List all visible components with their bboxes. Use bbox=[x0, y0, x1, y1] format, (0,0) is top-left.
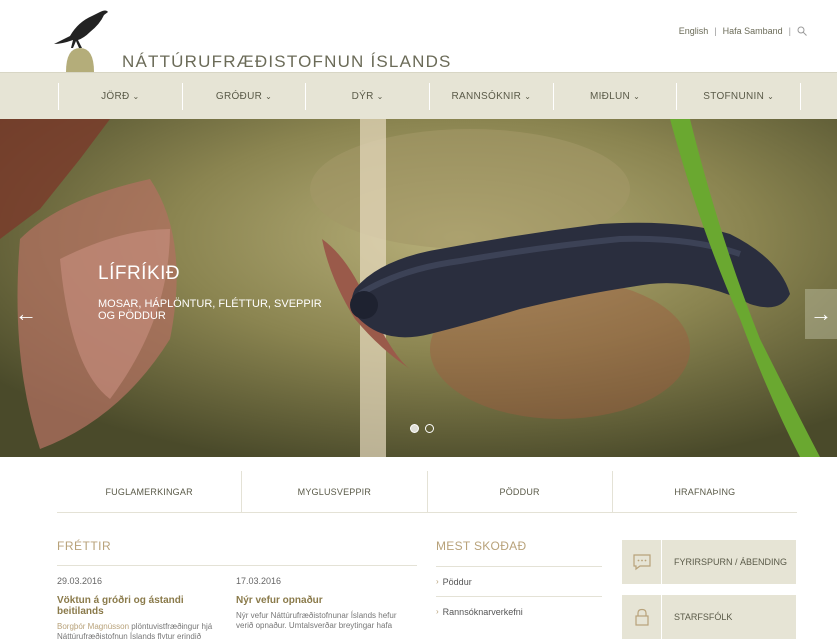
nav-label: DÝR bbox=[351, 91, 374, 102]
most-viewed-heading: MEST SKOÐAÐ bbox=[436, 539, 527, 553]
separator: | bbox=[714, 26, 717, 36]
quicklink-hrafnathing[interactable]: HRAFNAÞING bbox=[613, 471, 797, 512]
quicklink-poddur[interactable]: PÖDDUR bbox=[428, 471, 613, 512]
next-slide-button[interactable]: → bbox=[805, 289, 837, 339]
slide-dot-2[interactable] bbox=[425, 424, 434, 433]
news-date: 17.03.2016 bbox=[236, 576, 282, 586]
site-header: NÁTTÚRUFRÆÐISTOFNUN ÍSLANDS English | Ha… bbox=[0, 0, 837, 72]
prev-slide-button[interactable]: ← bbox=[10, 289, 42, 339]
nav-item-jord[interactable]: JÖRÐ ⌄ bbox=[59, 83, 183, 110]
site-title[interactable]: NÁTTÚRUFRÆÐISTOFNUN ÍSLANDS bbox=[122, 52, 452, 72]
news-item[interactable]: 17.03.2016 Nýr vefur opnaður Nýr vefur N… bbox=[236, 576, 406, 631]
most-viewed-item[interactable]: › Pöddur bbox=[436, 566, 602, 596]
inquiry-button[interactable]: FYRIRSPURN / ÁBENDING bbox=[622, 540, 796, 584]
chevron-down-icon: ⌄ bbox=[376, 92, 384, 101]
separator: | bbox=[788, 26, 791, 36]
english-link[interactable]: English bbox=[679, 26, 709, 36]
main-nav: JÖRÐ ⌄ GRÓÐUR ⌄ DÝR ⌄ RANNSÓKNIR ⌄ MIÐLUN ⌄ S… bbox=[0, 72, 837, 119]
staff-label: STARFSFÓLK bbox=[674, 612, 733, 622]
news-date: 29.03.2016 bbox=[57, 576, 103, 586]
divider bbox=[57, 565, 417, 566]
nav-item-grodur[interactable]: GRÓÐUR ⌄ bbox=[183, 83, 307, 110]
raven-logo[interactable] bbox=[48, 4, 118, 72]
chevron-down-icon: ⌄ bbox=[132, 92, 140, 101]
news-excerpt: Borgþór Magnússon plöntuvistfræðingur hj… bbox=[57, 622, 227, 639]
news-title[interactable]: Nýr vefur opnaður bbox=[236, 595, 406, 606]
utility-nav: English | Hafa Samband | bbox=[679, 26, 807, 36]
quicklink-myglusveppir[interactable]: MYGLUSVEPPIR bbox=[242, 471, 428, 512]
chevron-down-icon: ⌄ bbox=[767, 92, 775, 101]
most-viewed-label: Pöddur bbox=[442, 576, 472, 587]
arrow-left-icon: ← bbox=[15, 301, 37, 326]
slide-dot-1[interactable] bbox=[410, 424, 419, 433]
lock-icon bbox=[622, 595, 662, 639]
nav-label: MIÐLUN bbox=[589, 91, 631, 102]
slide-indicators bbox=[410, 424, 434, 433]
hero-slider: LÍFRÍKIÐ MOSAR, HÁPLÖNTUR, FLÉTTUR, SVEP… bbox=[0, 119, 837, 457]
nav-label: JÖRÐ bbox=[101, 91, 130, 102]
news-title[interactable]: Vöktun á gróðri og ástandi beitilands bbox=[57, 595, 227, 617]
search-icon[interactable] bbox=[797, 26, 807, 36]
most-viewed-label: Rannsóknarverkefni bbox=[442, 606, 523, 617]
chevron-down-icon: ⌄ bbox=[265, 92, 273, 101]
nav-item-dyr[interactable]: DÝR ⌄ bbox=[306, 83, 431, 110]
news-item[interactable]: 29.03.2016 Vöktun á gróðri og ástandi be… bbox=[57, 576, 227, 639]
chevron-down-icon: ⌄ bbox=[524, 92, 532, 101]
hero-subtitle: MOSAR, HÁPLÖNTUR, FLÉTTUR, SVEPPIR OG PÖ… bbox=[98, 298, 322, 322]
nav-item-stofnunin[interactable]: STOFNUNIN ⌄ bbox=[677, 83, 802, 110]
nav-label: RANNSÓKNIR bbox=[451, 91, 522, 102]
most-viewed-item[interactable]: › Rannsóknarverkefni bbox=[436, 596, 602, 626]
caret-right-icon: › bbox=[436, 607, 439, 616]
hero-title: LÍFRÍKIÐ bbox=[98, 263, 181, 284]
staff-button[interactable]: STARFSFÓLK bbox=[622, 595, 796, 639]
chevron-down-icon: ⌄ bbox=[633, 92, 641, 101]
hero-image bbox=[0, 119, 837, 457]
most-viewed-list: › Pöddur › Rannsóknarverkefni bbox=[436, 566, 602, 626]
news-heading[interactable]: FRÉTTIR bbox=[57, 539, 111, 553]
nav-label: STOFNUNIN bbox=[703, 91, 765, 102]
news-author[interactable]: Borgþór Magnússon bbox=[57, 622, 129, 631]
nav-label: GRÓÐUR bbox=[215, 91, 263, 102]
quicklink-fuglamerkingar[interactable]: FUGLAMERKINGAR bbox=[57, 471, 243, 512]
nav-item-rannsoknir[interactable]: RANNSÓKNIR ⌄ bbox=[430, 83, 554, 110]
contact-link[interactable]: Hafa Samband bbox=[723, 26, 783, 36]
news-excerpt: Nýr vefur Náttúrufræðistofnunar Íslands … bbox=[236, 611, 397, 630]
caret-right-icon: › bbox=[436, 577, 439, 586]
nav-item-midlun[interactable]: MIÐLUN ⌄ bbox=[554, 83, 678, 110]
quick-links: FUGLAMERKINGAR MYGLUSVEPPIR PÖDDUR HRAFN… bbox=[57, 471, 797, 513]
arrow-right-icon: → bbox=[810, 301, 832, 326]
chat-icon bbox=[622, 540, 662, 584]
inquiry-label: FYRIRSPURN / ÁBENDING bbox=[674, 557, 788, 567]
